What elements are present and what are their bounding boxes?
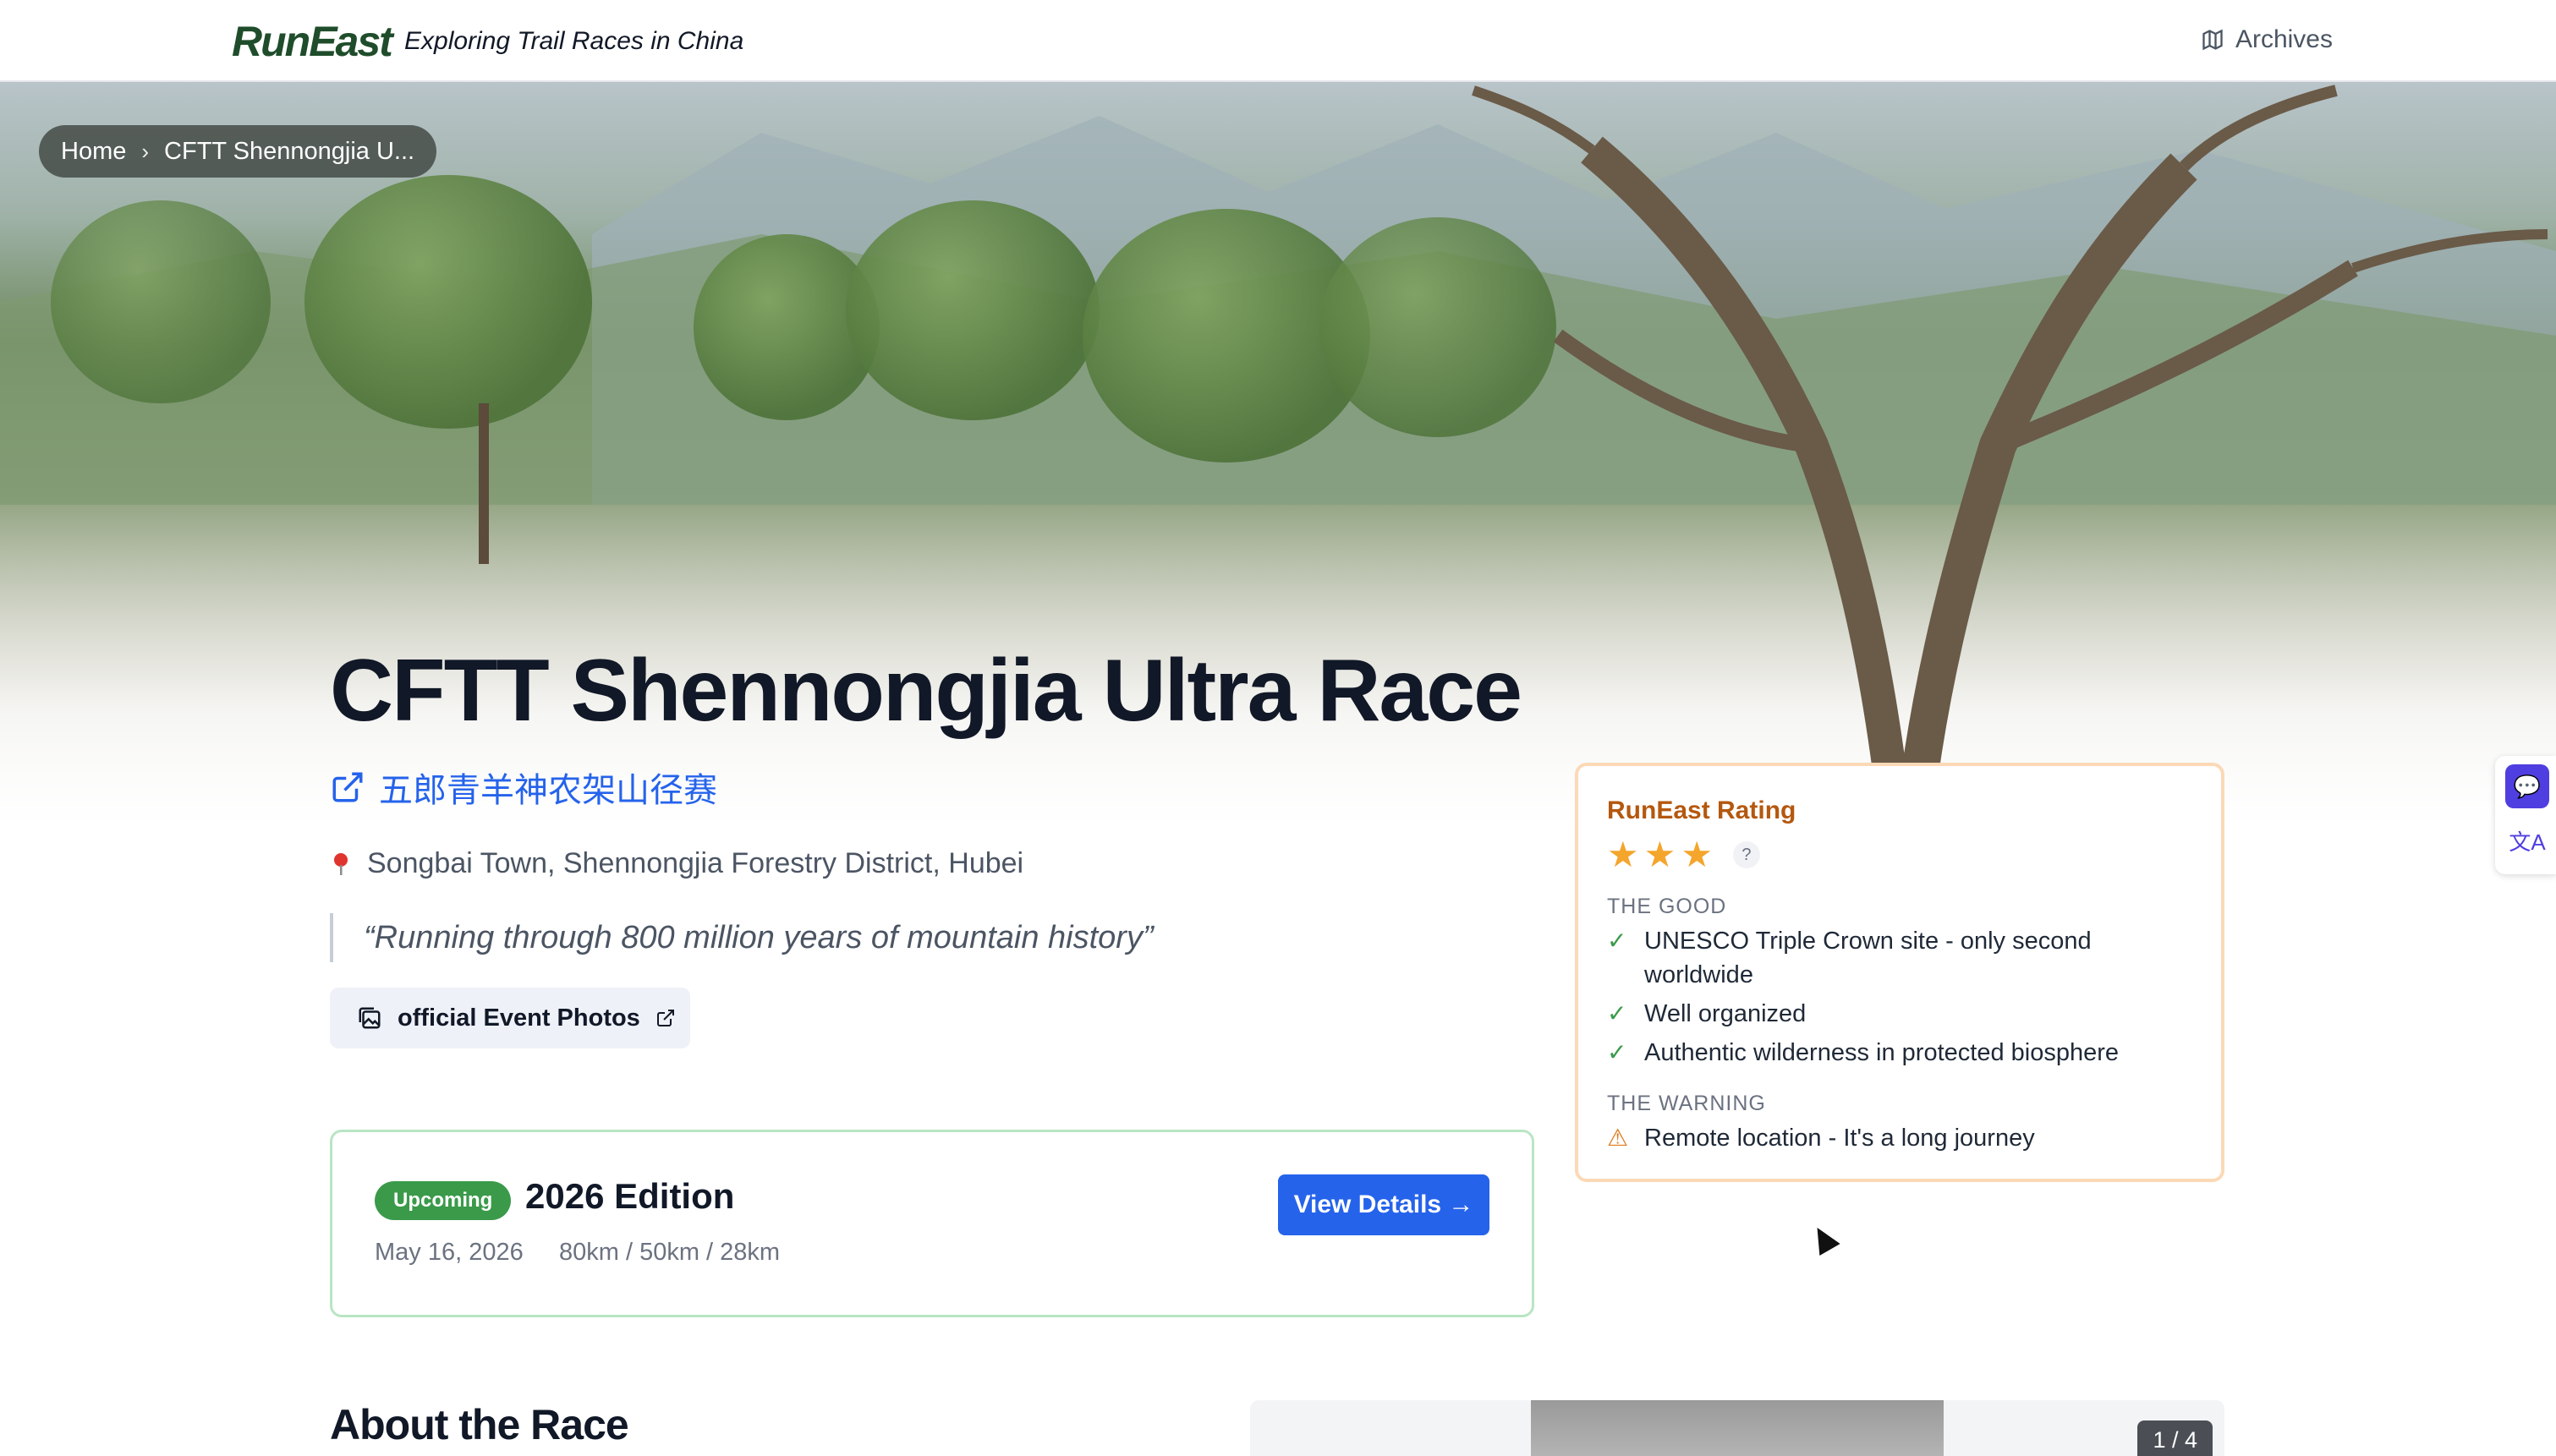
chinese-name: 五郎青羊神农架山径赛 xyxy=(379,772,717,809)
edition-card: Upcoming 2026 Edition May 16, 2026 80km … xyxy=(330,1130,1534,1317)
edition-date: May 16, 2026 xyxy=(375,1239,524,1266)
check-icon: ✓ xyxy=(1607,1039,1627,1065)
mouse-cursor xyxy=(1807,1222,1840,1256)
location-text: Songbai Town, Shennongjia Forestry Distr… xyxy=(367,847,1024,879)
gallery-image xyxy=(1531,1400,1944,1456)
good-label: THE GOOD xyxy=(1607,895,1727,918)
good-item: ✓ Well organized xyxy=(1607,997,2192,1031)
breadcrumb-current: CFTT Shennongjia U... xyxy=(164,137,415,165)
rating-title: RunEast Rating xyxy=(1607,796,1796,824)
archives-link[interactable]: Archives xyxy=(2200,25,2333,54)
race-quote: “Running through 800 million years of mo… xyxy=(330,913,1154,962)
star-icon: ★ xyxy=(1643,835,1676,874)
edition-distances: 80km / 50km / 28km xyxy=(559,1239,781,1266)
external-link-icon xyxy=(332,772,363,802)
chinese-name-link[interactable]: 五郎青羊神农架山径赛 xyxy=(330,763,717,812)
image-gallery-icon xyxy=(359,1007,381,1029)
edition-title: 2026 Edition xyxy=(525,1176,735,1216)
rating-help-button[interactable]: ? xyxy=(1732,841,1760,868)
archives-label: Archives xyxy=(2235,25,2333,53)
good-item: ✓ Authentic wilderness in protected bios… xyxy=(1607,1036,2192,1070)
good-item: ✓ UNESCO Triple Crown site - only second… xyxy=(1607,924,2192,992)
chevron-right-icon: › xyxy=(141,138,150,164)
site-tagline: Exploring Trail Races in China xyxy=(404,27,744,55)
warning-triangle-icon: ⚠ xyxy=(1607,1125,1629,1151)
chat-icon[interactable]: 💬 xyxy=(2505,764,2549,808)
top-navbar: RunEast Exploring Trail Races in China A… xyxy=(0,0,2556,82)
race-location: Songbai Town, Shennongjia Forestry Distr… xyxy=(332,847,1023,880)
breadcrumb: Home › CFTT Shennongjia U... xyxy=(39,125,437,178)
breadcrumb-home[interactable]: Home xyxy=(61,138,126,166)
check-icon: ✓ xyxy=(1607,928,1627,954)
star-icon: ★ xyxy=(1607,835,1639,874)
photo-gallery[interactable]: 1 / 4 xyxy=(1250,1400,2224,1456)
star-rating: ★ ★ ★ ? xyxy=(1607,837,2192,873)
gallery-counter: 1 / 4 xyxy=(2137,1420,2213,1456)
dead-tree-branches xyxy=(1472,85,2548,826)
external-link-icon xyxy=(656,1010,674,1026)
event-photos-label: official Event Photos xyxy=(398,1004,640,1032)
check-icon: ✓ xyxy=(1607,1000,1627,1026)
warning-item: ⚠ Remote location - It's a long journey xyxy=(1607,1121,2192,1155)
rating-card: RunEast Rating ★ ★ ★ ? THE GOOD ✓ UNESCO… xyxy=(1575,763,2224,1182)
map-pin-icon xyxy=(334,852,348,875)
view-details-button[interactable]: View Details → xyxy=(1278,1174,1489,1235)
status-badge: Upcoming xyxy=(375,1181,512,1220)
race-title: CFTT Shennongjia Ultra Race xyxy=(330,642,1522,740)
event-photos-button[interactable]: official Event Photos xyxy=(330,988,690,1048)
about-heading: About the Race xyxy=(330,1401,629,1448)
site-logo[interactable]: RunEast xyxy=(232,17,393,66)
star-icon: ★ xyxy=(1681,835,1713,874)
floating-toolbar: 💬 文A xyxy=(2495,756,2556,874)
warning-label: THE WARNING xyxy=(1607,1092,1766,1115)
map-icon xyxy=(2202,29,2223,51)
translate-icon[interactable]: 文A xyxy=(2505,818,2549,862)
